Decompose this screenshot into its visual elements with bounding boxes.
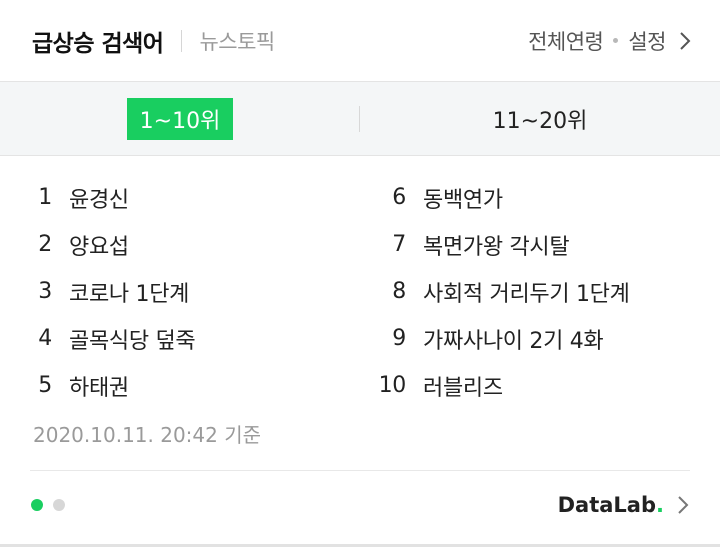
separator-dot (613, 38, 619, 43)
header-controls: 전체연령 설정 (528, 26, 692, 56)
datalab-dot: . (656, 493, 664, 517)
section-title: 급상승 검색어 (32, 30, 164, 57)
rank-number: 4 (38, 326, 52, 351)
rank-keyword: 코로나 1단계 (69, 281, 190, 307)
rank-number: 5 (38, 373, 52, 398)
rank-number: 10 (378, 373, 407, 398)
ranking-column-right: 6 동백연가 7 복면가왕 각시탈 8 사회적 거리두기 1단계 9 가짜사나이 2기 … (360, 174, 720, 409)
tab-rank-1-10[interactable]: 1~10위 (0, 82, 360, 155)
update-timestamp: 2020.10.11. 20:42 기준 (33, 423, 262, 447)
rank-number: 3 (38, 279, 52, 304)
header-divider (181, 29, 183, 52)
chevron-right-icon[interactable] (678, 31, 692, 51)
rank-number: 7 (392, 232, 406, 257)
rank-keyword: 복면가왕 각시탈 (423, 234, 570, 260)
rank-number: 9 (392, 326, 406, 351)
ranking-item[interactable]: 7 복면가왕 각시탈 (377, 221, 720, 268)
page-dot-inactive[interactable] (53, 499, 65, 511)
datalab-link[interactable]: DataLab. (558, 493, 690, 517)
ranking-column-left: 1 윤경신 2 양요섭 3 코로나 1단계 4 골목식당 덮죽 5 하태권 (0, 174, 360, 409)
rank-keyword: 동백연가 (423, 187, 503, 213)
ranking-list: 1 윤경신 2 양요섭 3 코로나 1단계 4 골목식당 덮죽 5 하태권 6 동백연가 7… (0, 156, 720, 409)
tab-divider (359, 106, 360, 132)
rank-keyword: 사회적 거리두기 1단계 (423, 281, 630, 307)
ranking-item[interactable]: 9 가짜사나이 2기 4화 (377, 315, 720, 362)
chevron-right-icon (678, 496, 689, 514)
newstopic-tab[interactable]: 뉴스토픽 (199, 26, 275, 56)
rank-number: 2 (38, 232, 52, 257)
header: 급상승 검색어 뉴스토픽 전체연령 설정 (0, 0, 720, 82)
page-indicator (31, 499, 75, 511)
ranking-item[interactable]: 2 양요섭 (38, 221, 360, 268)
tab-rank-11-20-label: 11~20위 (492, 108, 588, 134)
datalab-label: DataLab (557, 493, 657, 517)
rank-number: 8 (392, 279, 406, 304)
rank-range-tabs: 1~10위 11~20위 (0, 82, 720, 156)
ranking-item[interactable]: 3 코로나 1단계 (38, 268, 360, 315)
tab-rank-11-20[interactable]: 11~20위 (360, 82, 720, 155)
page-dot-active[interactable] (31, 499, 43, 511)
rank-keyword: 윤경신 (69, 187, 129, 213)
rank-keyword: 러블리즈 (423, 375, 503, 401)
tab-rank-1-10-label: 1~10위 (126, 97, 234, 140)
rank-keyword: 하태권 (69, 375, 129, 401)
settings-button[interactable]: 설정 (628, 26, 666, 56)
ranking-item[interactable]: 10 러블리즈 (377, 362, 720, 409)
ranking-item[interactable]: 5 하태권 (38, 362, 360, 409)
ranking-item[interactable]: 8 사회적 거리두기 1단계 (377, 268, 720, 315)
ranking-item[interactable]: 4 골목식당 덮죽 (38, 315, 360, 362)
ranking-item[interactable]: 6 동백연가 (377, 174, 720, 221)
rank-keyword: 골목식당 덮죽 (69, 328, 196, 354)
age-filter-button[interactable]: 전체연령 (528, 26, 604, 56)
rank-keyword: 가짜사나이 2기 4화 (423, 328, 604, 354)
footer: DataLab. (0, 471, 720, 539)
rank-keyword: 양요섭 (69, 234, 129, 260)
rank-number: 6 (392, 185, 406, 210)
rank-number: 1 (38, 185, 52, 210)
ranking-item[interactable]: 1 윤경신 (38, 174, 360, 221)
